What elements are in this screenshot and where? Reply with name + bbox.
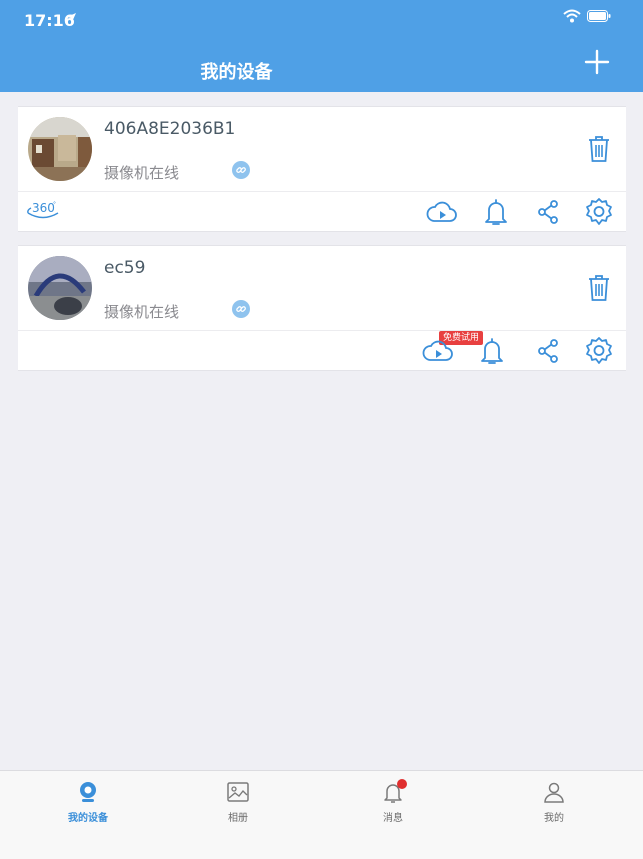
device-name: 406A8E2036B1 <box>104 119 236 139</box>
share-icon[interactable] <box>532 196 564 228</box>
device-card-info[interactable]: 406A8E2036B1 摄像机在线 <box>18 107 626 191</box>
link-icon[interactable] <box>232 300 250 318</box>
tab-label: 相册 <box>228 813 248 824</box>
device-card[interactable]: ec59 摄像机在线 免费试用 <box>18 245 626 371</box>
tab-messages[interactable]: 消息 <box>313 771 473 859</box>
device-status: 摄像机在线 <box>104 303 180 321</box>
tab-bar: 我的设备 相册 消息 我的 <box>0 770 643 859</box>
battery-icon <box>587 10 611 22</box>
alarm-bell-icon[interactable] <box>480 196 512 228</box>
panorama-360-icon[interactable]: 360 ° <box>26 198 60 222</box>
delete-button[interactable] <box>588 274 610 302</box>
svg-text:°: ° <box>53 201 56 208</box>
alarm-bell-icon[interactable] <box>476 335 508 367</box>
device-card-info[interactable]: ec59 摄像机在线 <box>18 246 626 330</box>
location-arrow-icon <box>67 13 76 22</box>
link-icon[interactable] <box>232 161 250 179</box>
device-actions <box>18 331 626 370</box>
device-name: ec59 <box>104 258 146 278</box>
cloud-playback-icon[interactable] <box>422 335 454 367</box>
photo-album-icon <box>227 782 249 802</box>
device-status: 摄像机在线 <box>104 164 180 182</box>
delete-button[interactable] <box>588 135 610 163</box>
tab-album[interactable]: 相册 <box>158 771 318 859</box>
tab-label: 我的设备 <box>68 813 108 824</box>
wifi-icon <box>563 9 581 23</box>
settings-gear-icon[interactable] <box>583 196 615 228</box>
camera-icon <box>80 782 96 802</box>
tab-me[interactable]: 我的 <box>474 771 634 859</box>
settings-gear-icon[interactable] <box>583 335 615 367</box>
add-device-button[interactable] <box>583 48 611 76</box>
tab-label: 消息 <box>383 813 403 824</box>
page-title: 我的设备 <box>200 62 273 83</box>
notification-badge <box>397 779 407 789</box>
device-thumbnail[interactable] <box>28 256 92 320</box>
tab-label: 我的 <box>544 813 564 824</box>
nav-header: 17:16 我的设备 <box>0 0 643 92</box>
share-icon[interactable] <box>532 335 564 367</box>
device-card[interactable]: 406A8E2036B1 摄像机在线 360 ° <box>18 106 626 232</box>
device-actions: 360 ° <box>18 192 626 231</box>
device-thumbnail[interactable] <box>28 117 92 181</box>
svg-text:360: 360 <box>32 201 55 215</box>
cloud-playback-icon[interactable] <box>426 196 458 228</box>
tab-my-devices[interactable]: 我的设备 <box>8 771 168 859</box>
user-icon <box>544 782 564 803</box>
